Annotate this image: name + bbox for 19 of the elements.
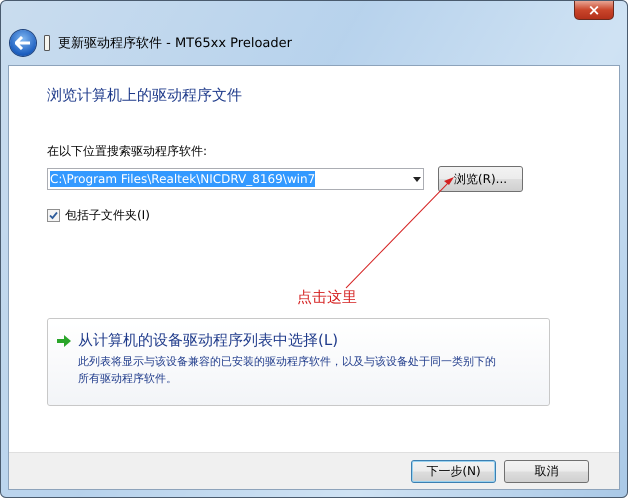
cancel-button[interactable]: 取消 [504, 460, 589, 482]
driver-list-option[interactable]: 从计算机的设备驱动程序列表中选择(L) 此列表将显示与该设备兼容的已安装的驱动程序软件，以及与该设备处于同一类别下的所有驱动程序软件。 [47, 318, 550, 406]
next-button[interactable]: 下一步(N) [411, 460, 496, 482]
window-title: 更新驱动程序软件 - MT65xx Preloader [58, 35, 292, 52]
search-location-label: 在以下位置搜索驱动程序软件: [47, 143, 208, 160]
device-icon [44, 35, 50, 51]
back-arrow-icon [15, 36, 31, 50]
close-button[interactable]: × [574, 1, 614, 20]
browse-button[interactable]: 浏览(R)... [438, 166, 523, 192]
arrow-icon [56, 334, 72, 348]
annotation-label: 点击这里 [297, 288, 357, 307]
option-title: 从计算机的设备驱动程序列表中选择(L) [78, 331, 340, 350]
back-button[interactable] [10, 30, 36, 56]
option-description: 此列表将显示与该设备兼容的已安装的驱动程序软件，以及与该设备处于同一类别下的所有驱动程序软件。 [78, 354, 497, 387]
include-subfolders-checkbox[interactable] [47, 209, 60, 222]
checkbox-label: 包括子文件夹(I) [65, 207, 150, 224]
path-text: C:\Program Files\Realtek\NICDRV_8169\win7 [50, 171, 316, 187]
dropdown-icon [413, 176, 421, 182]
page-heading: 浏览计算机上的驱动程序文件 [47, 86, 243, 105]
